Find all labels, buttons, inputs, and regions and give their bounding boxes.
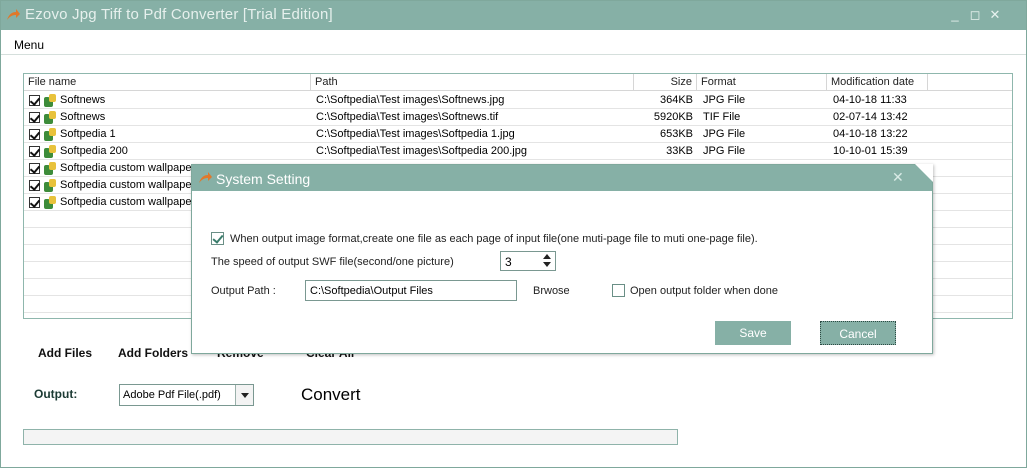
menu-item-menu[interactable]: Menu (14, 38, 44, 52)
main-window: Ezovo Jpg Tiff to Pdf Converter [Trial E… (0, 0, 1027, 468)
chevron-down-icon[interactable] (235, 385, 253, 405)
row-file-name: Softpedia 1 (60, 128, 116, 140)
row-format: JPG File (703, 94, 746, 106)
row-file-name: Softpedia 200 (60, 145, 128, 157)
row-size: 364KB (659, 94, 693, 106)
row-checkbox[interactable] (29, 197, 40, 208)
table-row[interactable]: Softpedia 200 C:\Softpedia\Test images\S… (24, 143, 1012, 160)
image-file-icon (44, 179, 57, 192)
title-bar[interactable]: Ezovo Jpg Tiff to Pdf Converter [Trial E… (1, 1, 1026, 30)
output-format-value: Adobe Pdf File(.pdf) (123, 389, 221, 401)
row-date: 10-10-01 15:39 (833, 145, 908, 157)
system-setting-dialog: System Setting ✕ When output image forma… (191, 164, 933, 354)
maximize-button[interactable]: ◻ (967, 7, 983, 23)
row-date: 04-10-18 11:33 (833, 94, 907, 106)
output-path-label: Output Path : (211, 285, 276, 297)
row-checkbox[interactable] (29, 163, 40, 174)
row-size: 33KB (666, 145, 693, 157)
row-path: C:\Softpedia\Test images\Softpedia 1.jpg (316, 128, 515, 140)
browse-button[interactable]: Brwose (533, 285, 570, 297)
column-header-modification-date[interactable]: Modification date (827, 74, 928, 91)
add-files-button[interactable]: Add Files (38, 346, 92, 360)
column-header-path[interactable]: Path (311, 74, 634, 91)
row-size: 5920KB (653, 111, 693, 123)
output-format-select[interactable]: Adobe Pdf File(.pdf) (119, 384, 254, 406)
file-list-header: File name Path Size Format Modification … (24, 74, 1012, 91)
row-size: 653KB (659, 128, 693, 140)
image-file-icon (44, 162, 57, 175)
stepper-up-icon[interactable] (540, 252, 554, 261)
convert-button[interactable]: Convert (301, 385, 361, 405)
row-checkbox[interactable] (29, 146, 40, 157)
open-folder-when-done-checkbox[interactable] (612, 284, 625, 297)
row-format: JPG File (703, 145, 746, 157)
dialog-title: System Setting (216, 171, 311, 187)
dialog-corner-fold (915, 164, 933, 182)
output-path-input[interactable] (305, 280, 517, 301)
add-folders-button[interactable]: Add Folders (118, 346, 188, 360)
one-file-per-page-label: When output image format,create one file… (230, 233, 758, 245)
row-format: TIF File (703, 111, 741, 123)
image-file-icon (44, 94, 57, 107)
minimize-button[interactable]: _ (947, 7, 963, 23)
save-button[interactable]: Save (715, 321, 791, 345)
row-path: C:\Softpedia\Test images\Softpedia 200.j… (316, 145, 527, 157)
row-path: C:\Softpedia\Test images\Softnews.tif (316, 111, 499, 123)
row-format: JPG File (703, 128, 746, 140)
image-file-icon (44, 111, 57, 124)
row-path: C:\Softpedia\Test images\Softnews.jpg (316, 94, 505, 106)
table-row[interactable]: Softnews C:\Softpedia\Test images\Softne… (24, 92, 1012, 109)
row-checkbox[interactable] (29, 180, 40, 191)
image-file-icon (44, 145, 57, 158)
swf-speed-value: 3 (505, 255, 512, 269)
column-header-format[interactable]: Format (697, 74, 827, 91)
row-date: 04-10-18 13:22 (833, 128, 908, 140)
cancel-button[interactable]: Cancel (820, 321, 896, 345)
output-label: Output: (34, 387, 78, 401)
row-file-name: Softnews (60, 111, 106, 123)
app-logo-icon (7, 9, 20, 20)
swf-speed-label: The speed of output SWF file(second/one … (211, 256, 454, 268)
stepper-down-icon[interactable] (540, 261, 554, 270)
close-button[interactable]: ✕ (987, 7, 1003, 23)
row-file-name: Softnews (60, 94, 106, 106)
app-logo-icon (199, 172, 212, 183)
open-folder-when-done-label: Open output folder when done (630, 285, 779, 297)
column-header-size[interactable]: Size (634, 74, 697, 91)
table-row[interactable]: Softpedia 1 C:\Softpedia\Test images\Sof… (24, 126, 1012, 143)
row-date: 02-07-14 13:42 (833, 111, 908, 123)
window-title: Ezovo Jpg Tiff to Pdf Converter [Trial E… (25, 6, 333, 23)
one-file-per-page-checkbox[interactable] (211, 232, 224, 245)
progress-bar (23, 429, 678, 445)
menu-bar: Menu (1, 30, 1026, 55)
table-row[interactable]: Softnews C:\Softpedia\Test images\Softne… (24, 109, 1012, 126)
row-checkbox[interactable] (29, 95, 40, 106)
image-file-icon (44, 196, 57, 209)
image-file-icon (44, 128, 57, 141)
row-checkbox[interactable] (29, 129, 40, 140)
row-checkbox[interactable] (29, 112, 40, 123)
swf-speed-stepper[interactable]: 3 (500, 251, 556, 271)
column-header-file-name[interactable]: File name (24, 74, 311, 91)
dialog-title-bar[interactable]: System Setting ✕ (192, 165, 932, 191)
dialog-close-button[interactable]: ✕ (892, 169, 904, 186)
